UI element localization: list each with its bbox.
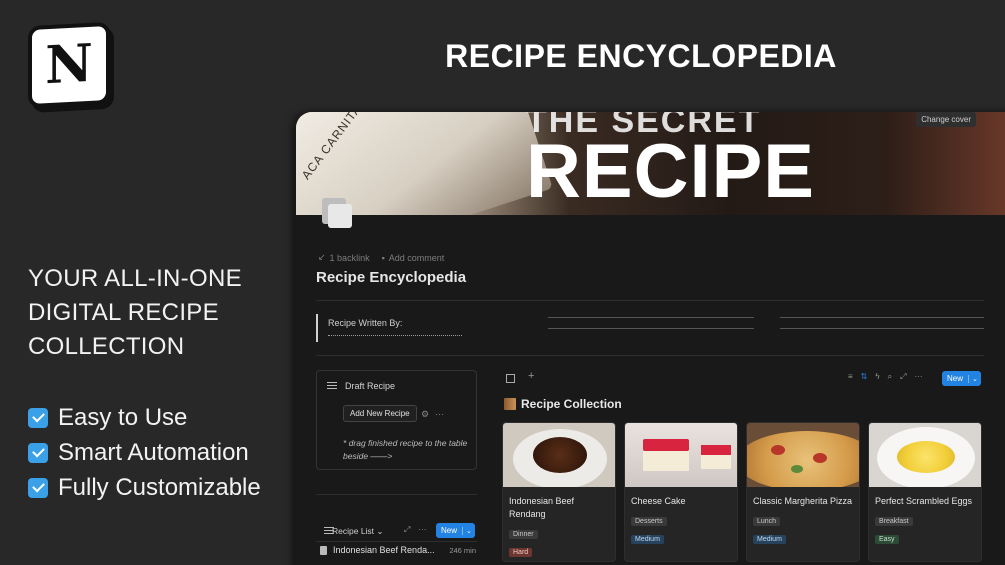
category-tag: Dinner xyxy=(509,530,538,539)
recipe-card[interactable]: Perfect Scrambled Eggs Breakfast Easy xyxy=(868,422,982,562)
backlink-label: 1 backlink xyxy=(329,252,370,263)
feature-item: Smart Automation xyxy=(28,435,261,470)
expand-icon[interactable]: ⤢ xyxy=(900,372,906,382)
more-icon[interactable]: ··· xyxy=(915,372,923,382)
tagline: YOUR ALL-IN-ONE DIGITAL RECIPE COLLECTIO… xyxy=(28,265,242,360)
draft-recipe-box: Draft Recipe Add New Recipe ⚙ ··· * drag… xyxy=(316,370,477,470)
feature-list: Easy to Use Smart Automation Fully Custo… xyxy=(28,400,261,505)
comment-icon: ▪ xyxy=(381,252,385,263)
feature-item: Fully Customizable xyxy=(28,470,261,505)
recipe-list-tab[interactable]: Recipe List ⌄ xyxy=(332,526,384,537)
automation-icon[interactable]: ϟ xyxy=(875,372,879,382)
blank-line xyxy=(548,317,754,318)
change-cover-button[interactable]: Change cover xyxy=(916,112,976,127)
gallery-new-button[interactable]: New ⌄ xyxy=(942,371,981,386)
gallery-view-icon[interactable] xyxy=(506,374,515,383)
page-cover: ACA CARNITAS THE SECRET RECIPE Change co… xyxy=(296,112,1005,215)
search-icon[interactable]: ⌕ xyxy=(888,372,892,382)
list-item[interactable]: Indonesian Beef Renda... 246 min xyxy=(320,545,476,555)
blank-line xyxy=(780,328,984,329)
recipe-name: Cheese Cake xyxy=(631,496,686,506)
feature-item: Easy to Use xyxy=(28,400,261,435)
difficulty-tag: Medium xyxy=(753,535,786,544)
list-item-name: Indonesian Beef Renda... xyxy=(333,545,435,555)
recipe-card[interactable]: Classic Margherita Pizza Lunch Medium xyxy=(746,422,860,562)
notion-logo: N xyxy=(28,21,110,109)
add-view-icon[interactable]: + xyxy=(528,370,534,382)
category-tag: Desserts xyxy=(631,517,667,526)
divider xyxy=(316,541,477,542)
more-icon[interactable]: ··· xyxy=(435,409,444,420)
add-comment-button[interactable]: ▪ Add comment xyxy=(382,252,445,263)
page-icon[interactable] xyxy=(322,198,352,228)
draft-note: * drag finished recipe to the table besi… xyxy=(343,438,468,461)
backlink-link[interactable]: ↙ 1 backlink xyxy=(318,252,370,263)
notion-window: ACA CARNITAS THE SECRET RECIPE Change co… xyxy=(296,112,1005,565)
comment-label: Add comment xyxy=(388,252,445,263)
difficulty-tag: Hard xyxy=(509,548,533,557)
draft-label: Draft Recipe xyxy=(345,381,396,391)
banner-title: RECIPE ENCYCLOPEDIA xyxy=(445,38,837,74)
button-options: ⚙ ··· xyxy=(421,409,444,420)
list-icon xyxy=(327,382,337,390)
gallery-title[interactable]: Recipe Collection xyxy=(504,397,622,411)
sort-icon[interactable]: ⇅ xyxy=(861,372,868,382)
dotted-line xyxy=(328,335,462,336)
gallery-toolbar: + ≡ ⇅ ϟ ⌕ ⤢ ··· New ⌄ xyxy=(502,370,984,388)
recipe-card[interactable]: Cheese Cake Desserts Medium xyxy=(624,422,738,562)
book-icon xyxy=(504,398,516,410)
cover-big-text: RECIPE xyxy=(526,129,815,214)
recipe-list-tools: ⤢ ··· xyxy=(404,525,426,535)
chevron-down-icon: ⌄ xyxy=(462,526,475,535)
add-new-recipe-button[interactable]: Add New Recipe xyxy=(343,405,417,422)
recipe-name: Classic Margherita Pizza xyxy=(753,496,853,506)
more-icon[interactable]: ··· xyxy=(418,525,426,535)
checkbox-icon xyxy=(28,477,48,498)
difficulty-tag: Easy xyxy=(875,535,899,544)
recipe-list-new-button[interactable]: New ⌄ xyxy=(436,523,475,538)
difficulty-tag: Medium xyxy=(631,535,664,544)
category-tag: Breakfast xyxy=(875,517,913,526)
feature-label: Easy to Use xyxy=(58,403,188,431)
list-item-duration: 246 min xyxy=(449,545,476,555)
recipe-name: Perfect Scrambled Eggs xyxy=(875,496,973,506)
feature-label: Smart Automation xyxy=(58,438,249,466)
recipe-image xyxy=(869,423,981,487)
view-tools: ≡ ⇅ ϟ ⌕ ⤢ ··· xyxy=(848,372,923,382)
callout-label: Recipe Written By: xyxy=(328,318,403,328)
chevron-down-icon: ⌄ xyxy=(968,374,981,383)
backlink-icon: ↙ xyxy=(318,252,326,262)
recipe-image xyxy=(625,423,737,487)
blank-line xyxy=(780,317,984,318)
logo-letter: N xyxy=(45,32,93,97)
expand-icon[interactable]: ⤢ xyxy=(404,525,410,535)
recipe-image xyxy=(503,423,615,487)
draft-header[interactable]: Draft Recipe xyxy=(327,381,395,391)
divider xyxy=(316,355,984,356)
recipe-name: Indonesian Beef Rendang xyxy=(509,496,575,519)
page-meta: ↙ 1 backlink ▪ Add comment xyxy=(318,252,444,263)
gear-icon[interactable]: ⚙ xyxy=(421,409,429,420)
checkbox-icon xyxy=(28,407,48,428)
recipe-list-header: Recipe List ⌄ ⤢ ··· New ⌄ xyxy=(316,522,477,540)
blank-line xyxy=(548,328,754,329)
checkbox-icon xyxy=(28,442,48,463)
divider xyxy=(316,494,477,495)
callout-block[interactable]: Recipe Written By: xyxy=(316,314,476,342)
recipe-image xyxy=(747,423,859,487)
document-icon xyxy=(320,545,327,555)
filter-icon[interactable]: ≡ xyxy=(848,372,853,382)
recipe-card[interactable]: Indonesian Beef Rendang Dinner Hard xyxy=(502,422,616,562)
divider xyxy=(316,300,984,301)
category-tag: Lunch xyxy=(753,517,781,526)
book-text: ACA CARNITAS xyxy=(298,112,370,183)
page-title[interactable]: Recipe Encyclopedia xyxy=(316,269,466,286)
list-icon xyxy=(324,527,334,535)
feature-label: Fully Customizable xyxy=(58,473,261,501)
